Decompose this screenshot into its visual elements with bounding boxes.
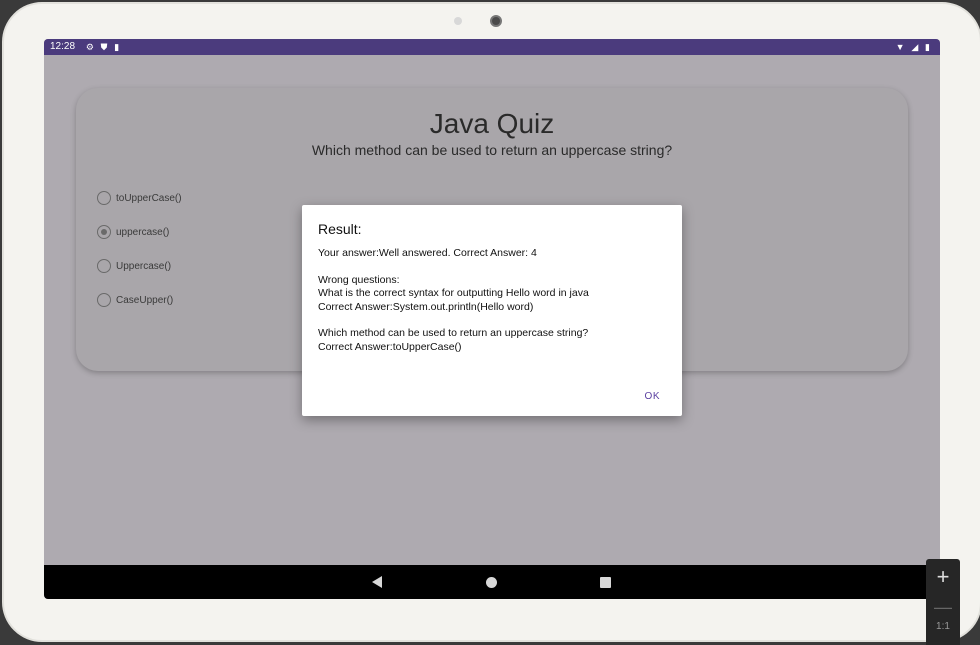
battery-icon: ▮ bbox=[925, 42, 930, 52]
radio-button-icon[interactable] bbox=[97, 293, 111, 307]
emulator-zoom-panel: + — 1:1 bbox=[926, 559, 960, 645]
option-label: uppercase() bbox=[116, 226, 170, 238]
device-screen: 12:28 ⚙ ⛊ ▮ ▼ ◢ ▮ Java Quiz Which method… bbox=[44, 39, 940, 599]
ok-button[interactable]: OK bbox=[645, 391, 660, 402]
camera-icon bbox=[490, 15, 502, 27]
shield-icon: ⛊ bbox=[100, 42, 108, 52]
result-dialog: Result: Your answer:Well answered. Corre… bbox=[302, 205, 682, 416]
answer-option[interactable]: Uppercase() bbox=[97, 249, 182, 283]
sd-card-icon: ▮ bbox=[114, 42, 120, 52]
sensor-dot bbox=[454, 17, 462, 25]
option-label: Uppercase() bbox=[116, 260, 172, 272]
dialog-line bbox=[318, 314, 666, 327]
answer-option[interactable]: CaseUpper() bbox=[97, 283, 182, 317]
status-time: 12:28 bbox=[50, 41, 76, 52]
dialog-line bbox=[318, 260, 666, 273]
radio-button-checked-icon[interactable] bbox=[97, 225, 111, 239]
dialog-title: Result: bbox=[318, 221, 362, 237]
status-right-icons: ▼ ◢ ▮ bbox=[896, 39, 934, 55]
dialog-line: Correct Answer:System.out.println(Hello … bbox=[318, 300, 534, 313]
answer-options: toUpperCase() uppercase() Uppercase() Ca… bbox=[97, 181, 182, 317]
zoom-reset-button[interactable]: 1:1 bbox=[926, 619, 960, 635]
back-icon[interactable] bbox=[372, 576, 382, 588]
home-icon[interactable] bbox=[486, 577, 497, 588]
answer-option[interactable]: uppercase() bbox=[97, 215, 182, 249]
zoom-in-button[interactable]: + bbox=[926, 559, 960, 595]
quiz-question: Which method can be used to return an up… bbox=[311, 142, 673, 158]
wifi-icon: ▼ bbox=[895, 42, 905, 52]
recents-icon[interactable] bbox=[600, 577, 611, 588]
navigation-bar bbox=[44, 565, 940, 599]
dialog-message: Your answer:Well answered. Correct Answe… bbox=[318, 247, 666, 354]
dialog-line: What is the correct syntax for outputtin… bbox=[318, 287, 589, 300]
answer-option[interactable]: toUpperCase() bbox=[97, 181, 182, 215]
zoom-out-button[interactable]: — bbox=[926, 595, 960, 619]
dialog-line: Correct Answer:toUpperCase() bbox=[318, 340, 462, 353]
status-bar: 12:28 ⚙ ⛊ ▮ ▼ ◢ ▮ bbox=[44, 39, 940, 55]
dialog-line: Wrong questions: bbox=[318, 273, 400, 286]
radio-button-icon[interactable] bbox=[97, 191, 111, 205]
dialog-line: Which method can be used to return an up… bbox=[318, 327, 589, 340]
quiz-title: Java Quiz bbox=[429, 108, 555, 139]
radio-button-icon[interactable] bbox=[97, 259, 111, 273]
option-label: toUpperCase() bbox=[116, 192, 182, 204]
option-label: CaseUpper() bbox=[116, 294, 174, 306]
gear-icon: ⚙ bbox=[85, 42, 94, 52]
dialog-line: Your answer:Well answered. Correct Answe… bbox=[318, 247, 537, 259]
signal-icon: ◢ bbox=[911, 42, 919, 52]
